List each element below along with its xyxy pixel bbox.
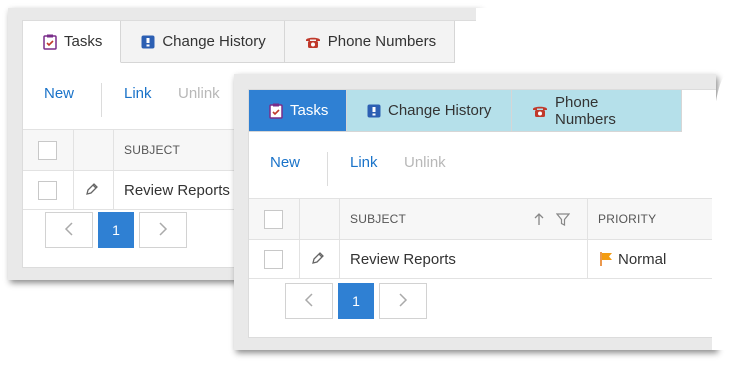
tab-change-history[interactable]: Change History	[347, 90, 512, 132]
tab-change-history-label: Change History	[162, 33, 266, 50]
front-toolbar: New Link Unlink	[249, 132, 716, 198]
tab-tasks-label: Tasks	[290, 102, 329, 119]
next-page-button[interactable]	[139, 212, 187, 248]
tab-tasks[interactable]: Tasks	[249, 90, 347, 132]
priority-cell: Normal	[618, 250, 667, 268]
chevron-right-icon	[398, 292, 408, 310]
table-row[interactable]: Review Reports Normal	[249, 240, 716, 279]
tab-change-history-label: Change History	[388, 102, 492, 119]
select-all-checkbox[interactable]	[264, 209, 283, 229]
phone-icon	[305, 35, 321, 49]
back-tab-strip: Tasks Change History Phone Numbers	[23, 21, 456, 63]
toolbar-divider	[327, 152, 328, 186]
column-header-subject[interactable]: SUBJECT	[124, 143, 180, 157]
prev-page-button[interactable]	[285, 283, 333, 319]
priority-flag-icon	[599, 251, 615, 267]
front-grid: SUBJECT PRIORITY Review Reports Normal	[249, 198, 716, 279]
column-header-subject[interactable]: SUBJECT	[350, 212, 406, 226]
tab-change-history[interactable]: Change History	[121, 21, 285, 63]
link-button[interactable]: Link	[350, 154, 378, 171]
phone-icon	[532, 104, 548, 118]
tab-phone-numbers-label: Phone Numbers	[555, 93, 616, 128]
new-button[interactable]: New	[44, 85, 74, 102]
front-detail-view: Tasks Change History Phone Numbers New L…	[248, 89, 716, 338]
column-header-priority[interactable]: PRIORITY	[598, 212, 656, 226]
tab-phone-numbers[interactable]: Phone Numbers	[512, 90, 682, 132]
tab-tasks[interactable]: Tasks	[23, 21, 122, 63]
front-tab-strip: Tasks Change History Phone Numbers	[249, 90, 682, 132]
link-button[interactable]: Link	[124, 85, 152, 102]
front-panel: Tasks Change History Phone Numbers New L…	[234, 74, 728, 350]
grid-header: SUBJECT PRIORITY	[249, 198, 716, 240]
page-number-button[interactable]: 1	[98, 212, 134, 248]
clipboard-icon	[43, 34, 57, 50]
front-pager: 1	[285, 283, 427, 319]
toolbar-divider	[101, 83, 102, 117]
unlink-button: Unlink	[178, 85, 220, 102]
subject-cell: Review Reports	[350, 250, 456, 268]
page-number-button[interactable]: 1	[338, 283, 374, 319]
unlink-button: Unlink	[404, 154, 446, 171]
chevron-left-icon	[304, 292, 314, 310]
select-all-checkbox[interactable]	[38, 140, 57, 160]
tab-tasks-label: Tasks	[64, 33, 103, 50]
tab-phone-numbers[interactable]: Phone Numbers	[284, 21, 456, 63]
subject-cell: Review Reports	[124, 181, 230, 199]
clipboard-icon	[269, 103, 283, 119]
next-page-button[interactable]	[379, 283, 427, 319]
chevron-left-icon	[64, 221, 74, 239]
history-icon	[367, 104, 381, 118]
edit-pencil-icon[interactable]	[85, 182, 99, 199]
edit-pencil-icon[interactable]	[311, 251, 325, 268]
new-button[interactable]: New	[270, 154, 300, 171]
tab-phone-numbers-label: Phone Numbers	[327, 33, 437, 50]
sort-ascending-icon[interactable]	[534, 212, 544, 229]
filter-icon[interactable]	[555, 212, 571, 229]
row-checkbox[interactable]	[264, 249, 283, 269]
chevron-right-icon	[158, 221, 168, 239]
back-pager: 1	[45, 212, 187, 248]
prev-page-button[interactable]	[45, 212, 93, 248]
row-checkbox[interactable]	[38, 180, 57, 200]
history-icon	[141, 35, 155, 49]
